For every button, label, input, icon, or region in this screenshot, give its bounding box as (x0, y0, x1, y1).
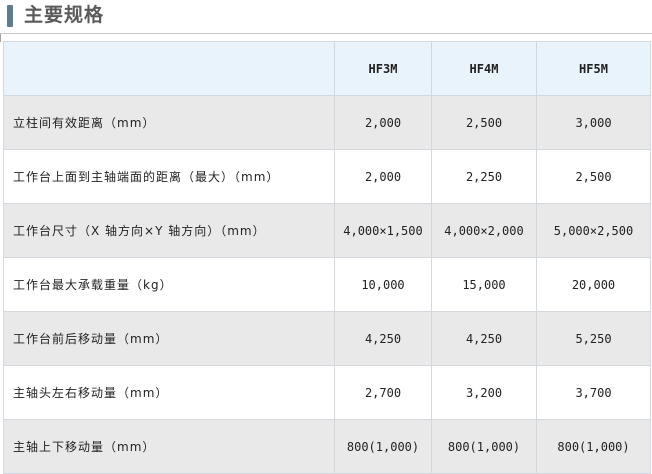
row-label: 工作台前后移动量（mm） (3, 311, 335, 366)
model-header: HF4M (431, 41, 537, 96)
row-value: 4,250 (334, 311, 432, 366)
table-row: 工作台尺寸（X 轴方向×Y 轴方向）（mm） 4,000×1,500 4,000… (3, 203, 651, 258)
section-title: 主要规格 (24, 4, 105, 26)
row-value: 2,500 (431, 95, 537, 150)
row-label: 主轴上下移动量（mm） (3, 419, 335, 474)
row-value: 800(1,000) (536, 419, 651, 474)
row-label: 主轴头左右移动量（mm） (3, 365, 335, 420)
table-row: 工作台上面到主轴端面的距离（最大）（mm） 2,000 2,250 2,500 (3, 149, 651, 204)
row-label: 工作台尺寸（X 轴方向×Y 轴方向）（mm） (3, 203, 335, 258)
row-value: 5,000×2,500 (536, 203, 651, 258)
model-header: HF5M (536, 41, 651, 96)
row-value: 4,000×2,000 (431, 203, 537, 258)
row-value: 3,700 (536, 365, 651, 420)
row-value: 5,250 (536, 311, 651, 366)
row-value: 20,000 (536, 257, 651, 312)
table-header-row: HF3M HF4M HF5M (3, 41, 651, 96)
section-header: 主要规格 (0, 0, 652, 34)
table-row: 工作台前后移动量（mm） 4,250 4,250 5,250 (3, 311, 651, 366)
row-value: 4,250 (431, 311, 537, 366)
section-marker-bar (7, 5, 13, 27)
row-value: 2,700 (334, 365, 432, 420)
row-value: 2,500 (536, 149, 651, 204)
row-value: 800(1,000) (334, 419, 432, 474)
row-value: 3,200 (431, 365, 537, 420)
row-value: 2,000 (334, 149, 432, 204)
table-row: 主轴头左右移动量（mm） 2,700 3,200 3,700 (3, 365, 651, 420)
table-row: 工作台最大承载重量（kg） 10,000 15,000 20,000 (3, 257, 651, 312)
row-value: 3,000 (536, 95, 651, 150)
row-value: 2,000 (334, 95, 432, 150)
row-value: 15,000 (431, 257, 537, 312)
row-value: 800(1,000) (431, 419, 537, 474)
spec-table: HF3M HF4M HF5M 立柱间有效距离（mm） 2,000 2,500 3… (3, 41, 651, 474)
section-divider (0, 33, 652, 34)
model-header: HF3M (334, 41, 432, 96)
row-value: 10,000 (334, 257, 432, 312)
row-value: 2,250 (431, 149, 537, 204)
header-blank-cell (3, 41, 335, 96)
corner-mark (0, 34, 1, 42)
row-value: 4,000×1,500 (334, 203, 432, 258)
row-label: 工作台最大承载重量（kg） (3, 257, 335, 312)
table-row: 立柱间有效距离（mm） 2,000 2,500 3,000 (3, 95, 651, 150)
row-label: 立柱间有效距离（mm） (3, 95, 335, 150)
row-label: 工作台上面到主轴端面的距离（最大）（mm） (3, 149, 335, 204)
table-row: 主轴上下移动量（mm） 800(1,000) 800(1,000) 800(1,… (3, 419, 651, 474)
